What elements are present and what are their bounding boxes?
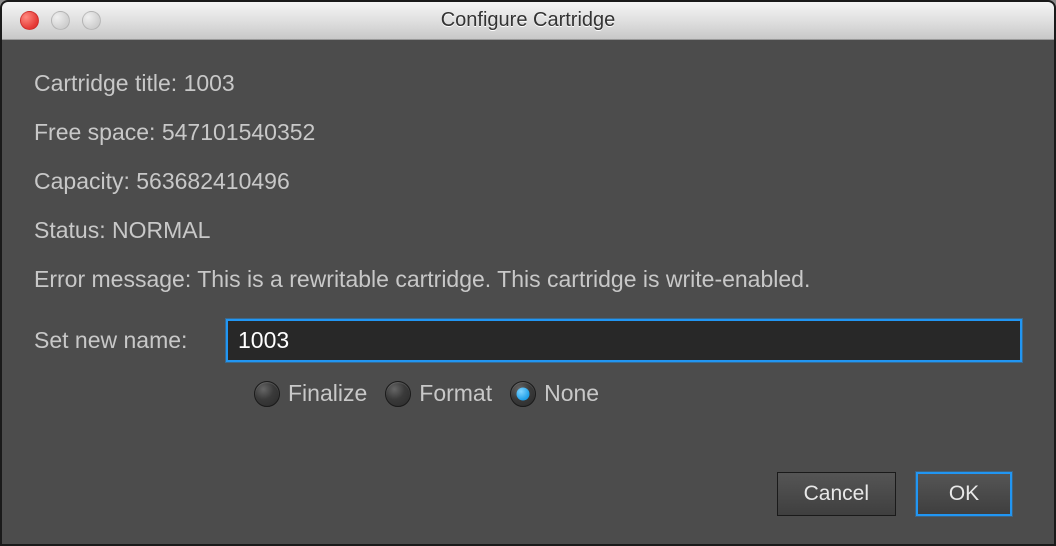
free-space-value: 547101540352	[162, 119, 316, 145]
error-message-row: Error message: This is a rewritable cart…	[34, 266, 1022, 293]
status-row: Status: NORMAL	[34, 217, 1022, 244]
radio-format-label: Format	[419, 380, 492, 407]
capacity-label: Capacity:	[34, 168, 136, 194]
capacity-value: 563682410496	[136, 168, 290, 194]
action-radio-group: Finalize Format None	[254, 380, 1022, 407]
cancel-button[interactable]: Cancel	[777, 472, 896, 516]
capacity-row: Capacity: 563682410496	[34, 168, 1022, 195]
new-name-row: Set new name:	[34, 319, 1022, 362]
status-value: NORMAL	[112, 217, 210, 243]
error-message-value: This is a rewritable cartridge. This car…	[197, 266, 810, 292]
dialog-content: Cartridge title: 1003 Free space: 547101…	[2, 40, 1054, 544]
radio-item-none[interactable]: None	[510, 380, 599, 407]
cartridge-title-value: 1003	[184, 70, 235, 96]
radio-none-label: None	[544, 380, 599, 407]
radio-format[interactable]	[385, 381, 411, 407]
free-space-label: Free space:	[34, 119, 162, 145]
new-name-input[interactable]	[226, 319, 1022, 362]
close-icon[interactable]	[20, 11, 39, 30]
dialog-window: Configure Cartridge Cartridge title: 100…	[0, 0, 1056, 546]
free-space-row: Free space: 547101540352	[34, 119, 1022, 146]
window-title: Configure Cartridge	[2, 9, 1054, 32]
maximize-icon[interactable]	[82, 11, 101, 30]
radio-finalize[interactable]	[254, 381, 280, 407]
cartridge-title-row: Cartridge title: 1003	[34, 70, 1022, 97]
radio-finalize-label: Finalize	[288, 380, 367, 407]
traffic-lights	[2, 11, 101, 30]
radio-item-finalize[interactable]: Finalize	[254, 380, 367, 407]
new-name-label: Set new name:	[34, 327, 226, 354]
cartridge-title-label: Cartridge title:	[34, 70, 184, 96]
radio-none[interactable]	[510, 381, 536, 407]
minimize-icon[interactable]	[51, 11, 70, 30]
radio-item-format[interactable]: Format	[385, 380, 492, 407]
status-label: Status:	[34, 217, 112, 243]
titlebar: Configure Cartridge	[2, 2, 1054, 40]
ok-button[interactable]: OK	[916, 472, 1012, 516]
error-message-label: Error message:	[34, 266, 197, 292]
dialog-buttons: Cancel OK	[34, 472, 1022, 524]
